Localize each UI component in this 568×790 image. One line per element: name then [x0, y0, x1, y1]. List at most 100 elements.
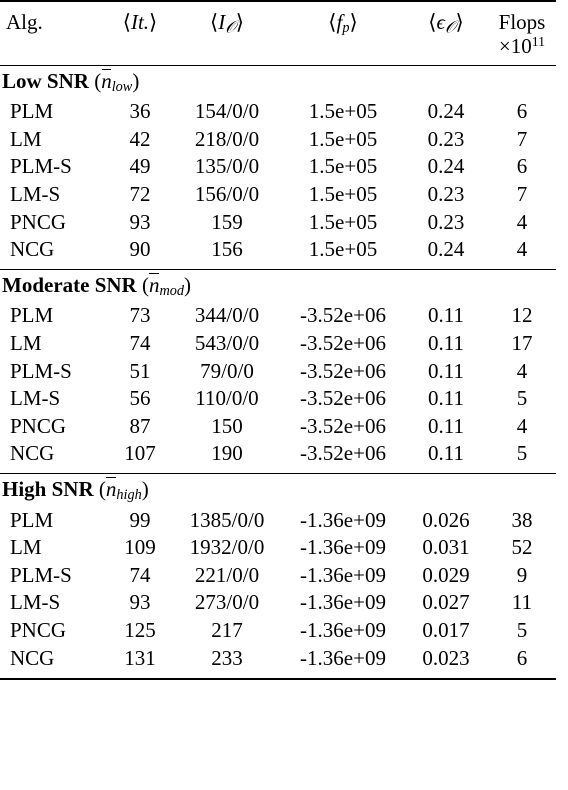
column-header-flops: Flops ×1011: [488, 7, 556, 59]
cell-alg: PLM-S: [10, 562, 72, 587]
cell-flops: 11: [511, 590, 533, 615]
section-title-high-snr: High SNR: [2, 477, 94, 502]
cell-flops: 5: [516, 441, 528, 466]
cell-alg: PLM-S: [10, 358, 72, 383]
cell-io: 344/0/0: [194, 303, 260, 328]
column-header-flops-scale: ×1011: [498, 34, 546, 59]
cell-it: 49: [129, 154, 151, 179]
table-row: NCG 90 156 1.5e+05 0.24 4: [0, 236, 556, 264]
cell-eps: 0.24: [427, 154, 465, 179]
nbar-subscript: mod: [159, 283, 185, 300]
cell-fp: -1.36e+09: [300, 590, 386, 615]
cell-alg: NCG: [10, 237, 55, 262]
cell-io: 273/0/0: [194, 590, 260, 615]
table-header-row: Alg. ⟨It.⟩ ⟨I𝒪⟩ ⟨fp⟩ ⟨ϵ𝒪⟩ Flops ×1011: [0, 7, 556, 59]
table-row: PLM 73 344/0/0 -3.52e+06 0.11 12: [0, 302, 556, 330]
table-row: PNCG 87 150 -3.52e+06 0.11 4: [0, 412, 556, 440]
section-header-high-snr: High SNR (nhigh): [0, 474, 556, 506]
cell-eps: 0.026: [422, 507, 470, 532]
cell-it: 93: [129, 209, 151, 234]
cell-fp: -3.52e+06: [300, 386, 386, 411]
cell-it: 107: [124, 441, 156, 466]
cell-io: 154/0/0: [194, 99, 260, 124]
cell-eps: 0.11: [428, 413, 464, 438]
cell-io: 218/0/0: [194, 126, 260, 151]
cell-fp: -1.36e+09: [300, 645, 386, 670]
cell-flops: 6: [516, 99, 528, 124]
cell-alg: PNCG: [10, 413, 67, 438]
cell-flops: 38: [511, 507, 533, 532]
cell-io: 156/0/0: [194, 181, 260, 206]
section-param-low-snr: (nlow): [94, 68, 140, 96]
table-row: NCG 107 190 -3.52e+06 0.11 5: [0, 440, 556, 468]
cell-it: 93: [129, 590, 151, 615]
cell-fp: -3.52e+06: [300, 331, 386, 356]
table-row: LM 109 1932/0/0 -1.36e+09 0.031 52: [0, 534, 556, 562]
table-row: PLM 99 1385/0/0 -1.36e+09 0.026 38: [0, 506, 556, 534]
cell-it: 74: [129, 331, 151, 356]
cell-flops: 4: [516, 237, 528, 262]
cell-fp: -3.52e+06: [300, 441, 386, 466]
cell-eps: 0.031: [422, 535, 470, 560]
cell-io: 79/0/0: [200, 358, 254, 383]
table-row: PLM-S 51 79/0/0 -3.52e+06 0.11 4: [0, 357, 556, 385]
cell-eps: 0.027: [422, 590, 470, 615]
cell-flops: 52: [511, 535, 533, 560]
cell-io: 217: [211, 617, 243, 642]
nbar-symbol: n: [101, 68, 112, 93]
cell-io: 110/0/0: [195, 386, 259, 411]
cell-alg: LM-S: [10, 590, 61, 615]
cell-fp: 1.5e+05: [308, 154, 378, 179]
cell-io: 159: [211, 209, 243, 234]
cell-fp: 1.5e+05: [308, 99, 378, 124]
cell-alg: PLM-S: [10, 154, 72, 179]
cell-alg: PLM: [10, 303, 54, 328]
table-row: LM 42 218/0/0 1.5e+05 0.23 7: [0, 125, 556, 153]
section-param-moderate-snr: (nmod): [141, 272, 192, 300]
cell-it: 74: [129, 562, 151, 587]
column-header-inner-oracle: ⟨I𝒪⟩: [210, 10, 244, 37]
column-header-fp: ⟨fp⟩: [328, 10, 358, 37]
cell-fp: 1.5e+05: [308, 237, 378, 262]
cell-fp: -1.36e+09: [300, 507, 386, 532]
cell-it: 51: [129, 358, 151, 383]
cell-eps: 0.11: [428, 386, 464, 411]
nbar-symbol: n: [105, 476, 117, 502]
column-header-epsilon-oracle: ⟨ϵ𝒪⟩: [428, 10, 464, 37]
section-param-high-snr: (nhigh): [98, 476, 149, 504]
cell-io: 1932/0/0: [189, 535, 265, 560]
table-row: NCG 131 233 -1.36e+09 0.023 6: [0, 644, 556, 672]
cell-flops: 7: [516, 126, 528, 151]
cell-io: 156: [211, 237, 243, 262]
cell-eps: 0.23: [427, 126, 465, 151]
results-table: Alg. ⟨It.⟩ ⟨I𝒪⟩ ⟨fp⟩ ⟨ϵ𝒪⟩ Flops ×1011 Lo…: [0, 0, 556, 681]
cell-flops: 17: [511, 331, 533, 356]
cell-alg: PNCG: [10, 209, 67, 234]
cell-it: 125: [124, 617, 156, 642]
cell-fp: 1.5e+05: [308, 209, 378, 234]
cell-fp: -3.52e+06: [300, 303, 386, 328]
cell-eps: 0.24: [427, 237, 465, 262]
cell-io: 135/0/0: [194, 154, 260, 179]
nbar-subscript: high: [116, 487, 142, 504]
cell-alg: LM: [10, 535, 42, 560]
cell-alg: PLM: [10, 99, 54, 124]
cell-fp: -1.36e+09: [300, 617, 386, 642]
cell-flops: 5: [516, 617, 528, 642]
cell-alg: LM: [10, 331, 42, 356]
cell-fp: -1.36e+09: [300, 535, 386, 560]
cell-eps: 0.11: [428, 331, 464, 356]
cell-alg: PLM: [10, 507, 54, 532]
cell-it: 42: [129, 126, 151, 151]
cell-eps: 0.017: [422, 617, 470, 642]
cell-it: 73: [129, 303, 151, 328]
cell-flops: 4: [516, 413, 528, 438]
cell-fp: 1.5e+05: [308, 126, 378, 151]
cell-io: 150: [211, 413, 243, 438]
cell-fp: -3.52e+06: [300, 358, 386, 383]
cell-io: 221/0/0: [194, 562, 260, 587]
table-row: PNCG 125 217 -1.36e+09 0.017 5: [0, 616, 556, 644]
cell-flops: 9: [516, 562, 528, 587]
cell-it: 99: [129, 507, 151, 532]
section-header-low-snr: Low SNR (nlow): [0, 66, 556, 98]
